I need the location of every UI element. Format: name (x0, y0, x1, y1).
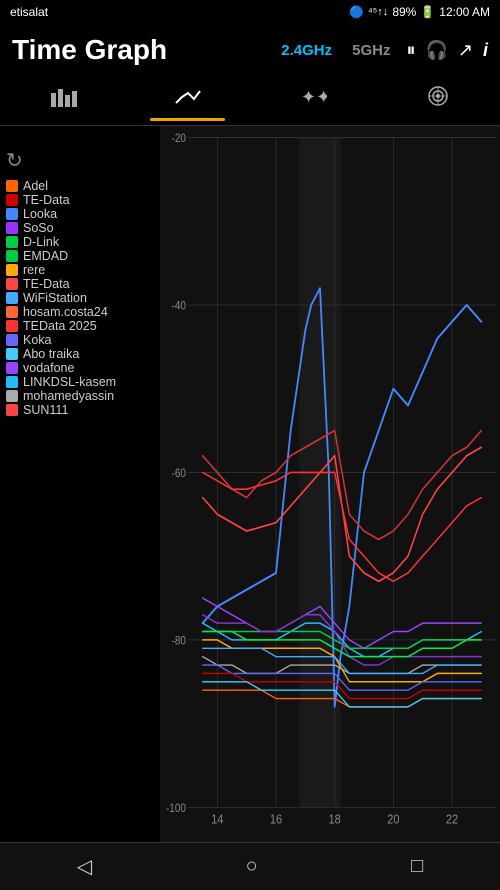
graph-svg: -20 -40 -60 -80 -100 14 16 18 20 22 (160, 126, 500, 842)
wifi-signal-icon: ⁴⁵↑↓ (368, 6, 388, 18)
svg-text:20: 20 (387, 812, 400, 827)
battery-label: 89% (392, 5, 416, 19)
svg-text:✦✦: ✦✦ (301, 87, 327, 107)
tab-time-graph[interactable] (125, 85, 250, 117)
status-right: 🔵 ⁴⁵↑↓ 89% 🔋 12:00 AM (349, 5, 490, 19)
svg-text:-80: -80 (172, 635, 186, 648)
legend-item: mohamedyassin (6, 389, 154, 403)
refresh-icon[interactable]: ↻ (6, 148, 154, 173)
status-bar: etisalat 🔵 ⁴⁵↑↓ 89% 🔋 12:00 AM (0, 0, 500, 24)
legend-item: TE-Data (6, 277, 154, 291)
headset-icon[interactable]: 🎧 (425, 40, 447, 61)
svg-text:-20: -20 (172, 133, 186, 146)
main-content: ↻ AdelTE-DataLookaSoSoD-LinkEMDADrereTE-… (0, 126, 500, 842)
legend-item: SUN111 (6, 403, 154, 417)
legend-list: AdelTE-DataLookaSoSoD-LinkEMDADrereTE-Da… (6, 179, 154, 417)
bar-chart-icon (49, 85, 77, 113)
tab-bar: ✦✦ (0, 76, 500, 126)
home-button[interactable]: ○ (226, 847, 278, 886)
legend-item: rere (6, 263, 154, 277)
legend-item: hosam.costa24 (6, 305, 154, 319)
app-header: Time Graph 2.4GHz 5GHz ⏸ 🎧 ↗ i (0, 24, 500, 76)
battery-icon: 🔋 (420, 5, 435, 19)
svg-text:-60: -60 (172, 467, 186, 480)
header-action-icons: ⏸ 🎧 ↗ i (406, 40, 488, 61)
network-legend: ↻ AdelTE-DataLookaSoSoD-LinkEMDADrereTE-… (0, 126, 160, 842)
legend-item: Looka (6, 207, 154, 221)
time-label: 12:00 AM (439, 5, 490, 19)
legend-item: D-Link (6, 235, 154, 249)
tab-stars[interactable]: ✦✦ (250, 85, 375, 117)
tab-radar[interactable] (375, 85, 500, 117)
carrier-label: etisalat (10, 5, 48, 19)
legend-item: Adel (6, 179, 154, 193)
radar-icon (424, 85, 452, 113)
svg-text:16: 16 (270, 812, 283, 827)
time-graph-area: -20 -40 -60 -80 -100 14 16 18 20 22 (160, 126, 500, 842)
back-button[interactable]: ◁ (57, 846, 112, 887)
freq-5ghz-button[interactable]: 5GHz (348, 40, 394, 61)
svg-text:18: 18 (329, 812, 342, 827)
legend-item: Koka (6, 333, 154, 347)
recent-apps-button[interactable]: □ (391, 847, 443, 886)
time-graph-icon (174, 85, 202, 113)
legend-item: TEData 2025 (6, 319, 154, 333)
bluetooth-icon: 🔵 (349, 5, 364, 19)
tab-bar-chart[interactable] (0, 85, 125, 117)
legend-item: SoSo (6, 221, 154, 235)
svg-text:22: 22 (446, 812, 458, 827)
legend-item: EMDAD (6, 249, 154, 263)
svg-text:14: 14 (211, 812, 224, 827)
pause-button[interactable]: ⏸ (406, 40, 415, 61)
legend-item: vodafone (6, 361, 154, 375)
stars-icon: ✦✦ (299, 85, 327, 113)
freq-24ghz-button[interactable]: 2.4GHz (277, 40, 336, 61)
share-icon[interactable]: ↗ (458, 40, 473, 61)
info-icon[interactable]: i (483, 40, 488, 61)
bottom-navigation: ◁ ○ □ (0, 842, 500, 890)
legend-item: WiFiStation (6, 291, 154, 305)
legend-item: LINKDSL-kasem (6, 375, 154, 389)
svg-text:-40: -40 (172, 300, 186, 313)
page-title: Time Graph (12, 34, 265, 66)
legend-item: TE-Data (6, 193, 154, 207)
svg-text:-100: -100 (166, 802, 186, 815)
legend-item: Abo traika (6, 347, 154, 361)
